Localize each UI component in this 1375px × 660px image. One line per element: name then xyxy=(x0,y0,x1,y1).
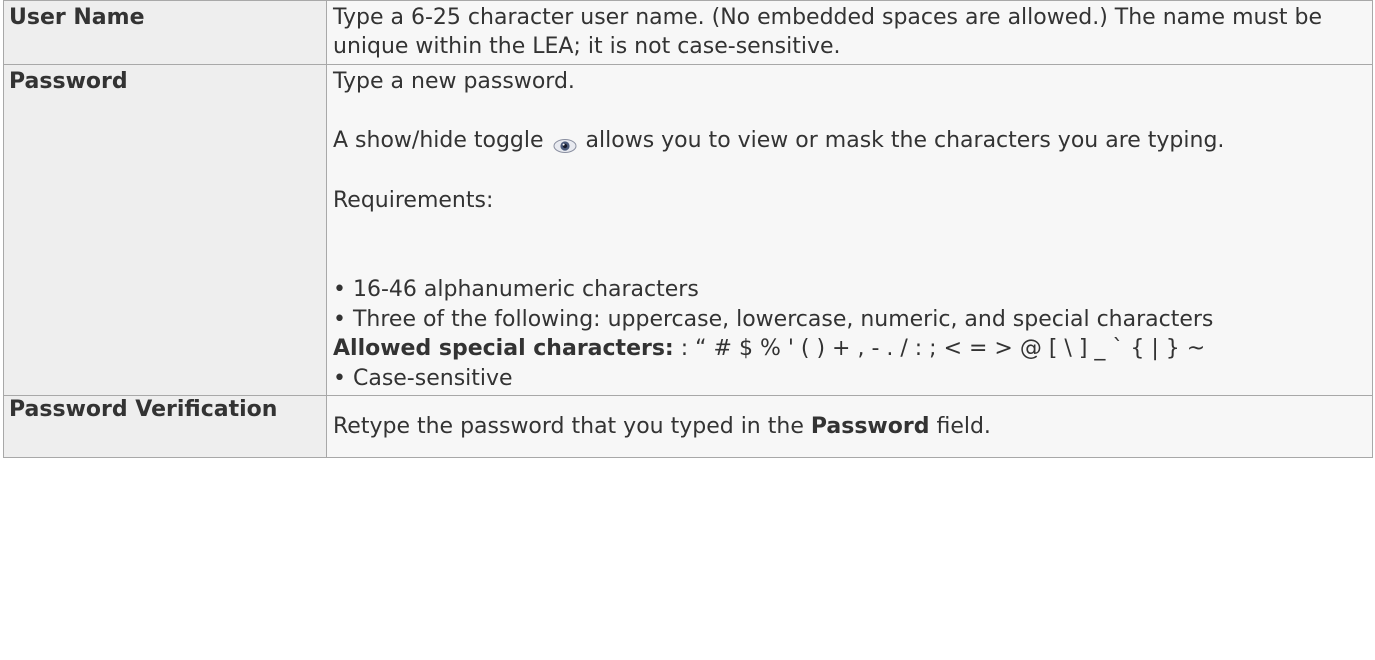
description-text-before: Retype the password that you typed in th… xyxy=(333,413,811,439)
table-row: Password Verification Retype the passwor… xyxy=(3,395,1373,459)
toggle-description: A show/hide toggle allows you to view or… xyxy=(333,126,1366,155)
requirement-character-types: • Three of the following: uppercase, low… xyxy=(333,306,1214,332)
field-description-password: Type a new password. A show/hide toggle … xyxy=(326,63,1373,397)
field-label-password-verification: Password Verification xyxy=(3,395,327,459)
requirements-heading: Requirements: xyxy=(333,187,494,213)
description-text: Type a 6-25 character user name. (No emb… xyxy=(333,5,1323,60)
password-field-reference: Password xyxy=(810,413,930,439)
table-row: Password Type a new password. A show/hid… xyxy=(3,63,1373,397)
description-text-after: field. xyxy=(929,413,991,439)
special-characters-label: Allowed special characters: xyxy=(333,336,674,362)
field-description-table: User Name Type a 6-25 character user nam… xyxy=(3,0,1373,459)
special-characters-list: : “ # $ % ' ( ) + , - . / : ; < = > @ [ … xyxy=(673,336,1206,362)
table-row: User Name Type a 6-25 character user nam… xyxy=(3,0,1373,65)
field-label-password: Password xyxy=(3,63,327,397)
toggle-text-after: allows you to view or mask the character… xyxy=(585,128,1225,154)
eye-icon xyxy=(553,133,577,154)
requirement-special-characters: Allowed special characters: : “ # $ % ' … xyxy=(333,334,1366,363)
field-description-user-name: Type a 6-25 character user name. (No emb… xyxy=(326,0,1373,65)
field-label-user-name: User Name xyxy=(3,0,327,65)
description-text: Retype the password that you typed in th… xyxy=(333,412,1366,441)
requirement-case-sensitive: • Case-sensitive xyxy=(333,365,513,391)
description-intro: Type a new password. xyxy=(333,68,575,94)
toggle-text-before: A show/hide toggle xyxy=(333,128,544,154)
requirement-length: • 16-46 alphanumeric characters xyxy=(333,277,699,303)
field-description-password-verification: Retype the password that you typed in th… xyxy=(326,395,1373,459)
doc-container: User Name Type a 6-25 character user nam… xyxy=(0,0,1375,459)
